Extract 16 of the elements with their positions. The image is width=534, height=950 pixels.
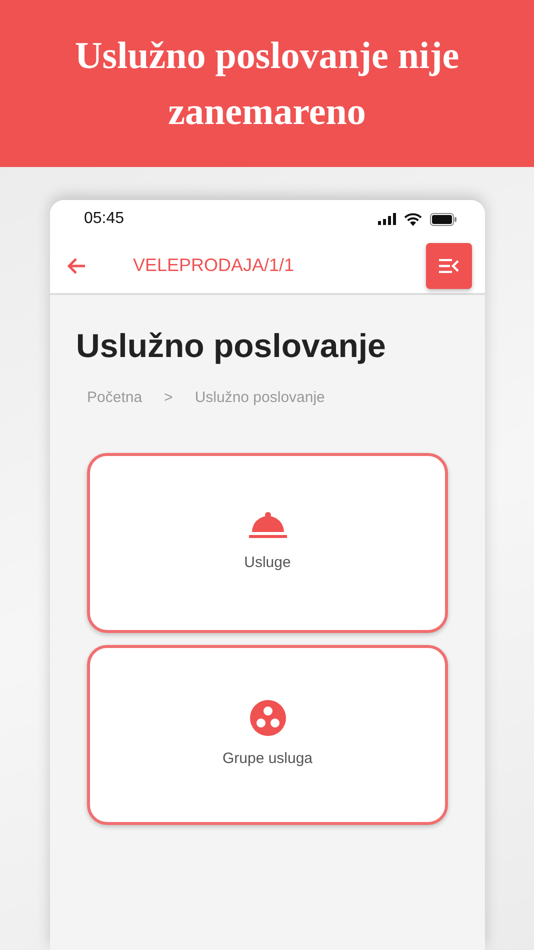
menu-tile[interactable]: Grupe usluga <box>87 645 448 825</box>
back-arrow-icon[interactable] <box>66 256 86 274</box>
breadcrumb-separator: > <box>164 388 173 408</box>
menu-button[interactable] <box>426 242 472 288</box>
app-bar-title: VELEPRODAJA/1/1 <box>133 254 296 277</box>
page-title: Uslužno poslovanje <box>76 326 387 366</box>
cloche-icon <box>248 512 286 540</box>
group-icon <box>250 700 286 736</box>
collapse-menu-icon <box>439 258 459 272</box>
breadcrumb-current: Uslužno poslovanje <box>194 388 325 408</box>
clock: 05:45 <box>84 209 124 229</box>
wifi-icon <box>404 212 422 226</box>
banner-title: Uslužno poslovanje nije zanemareno <box>74 34 460 134</box>
menu-tile[interactable]: Usluge <box>87 453 448 633</box>
battery-icon <box>430 212 457 226</box>
signal-icon <box>378 213 396 225</box>
